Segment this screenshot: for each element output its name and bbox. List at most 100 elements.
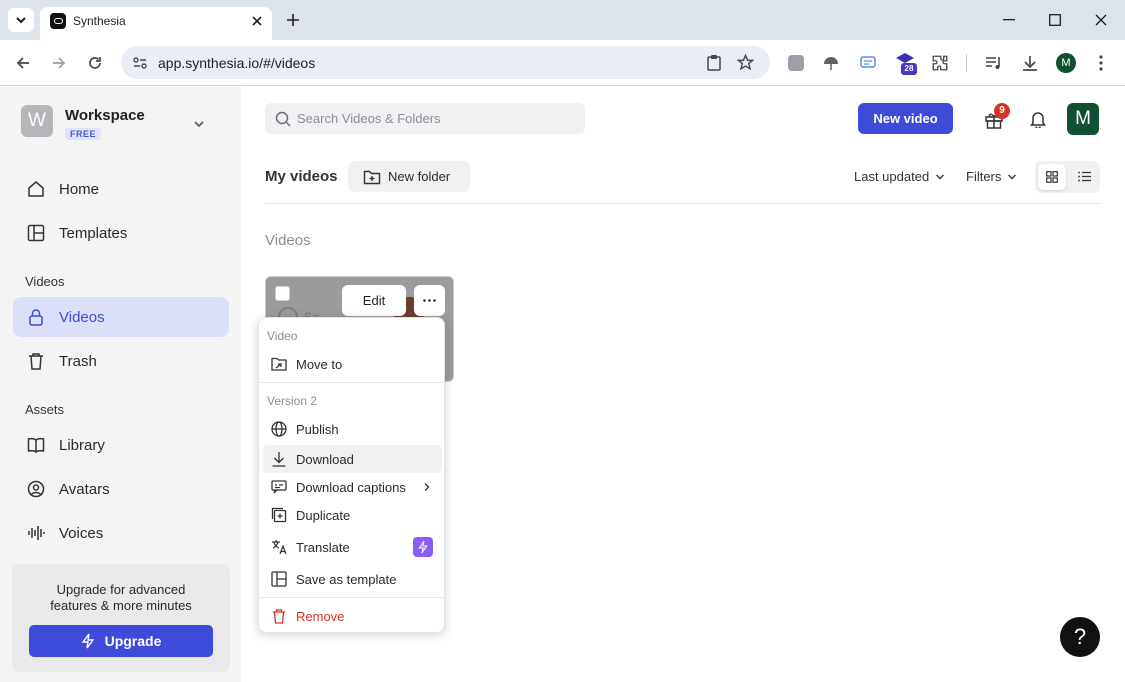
toolbar-divider <box>966 54 967 72</box>
grid-view-button[interactable] <box>1038 164 1066 190</box>
bookmark-star-icon[interactable] <box>737 54 754 71</box>
nav-trash-label: Trash <box>59 352 97 370</box>
upgrade-button[interactable]: Upgrade <box>29 625 213 657</box>
video-more-button[interactable] <box>414 285 445 316</box>
header-divider <box>265 203 1100 204</box>
tab-title: Synthesia <box>73 14 126 28</box>
nav-voices[interactable]: Voices <box>13 513 229 553</box>
nav-avatars[interactable]: Avatars <box>13 469 229 509</box>
more-horizontal-icon <box>423 299 436 302</box>
filters-dropdown[interactable]: Filters <box>966 169 1017 184</box>
chevron-down-icon <box>16 17 26 24</box>
help-button[interactable]: ? <box>1060 617 1100 657</box>
sort-label: Last updated <box>854 169 930 184</box>
download-icon[interactable] <box>1021 54 1039 72</box>
site-info-icon[interactable] <box>132 55 148 71</box>
browser-tab[interactable]: Synthesia <box>40 7 272 40</box>
new-tab-icon[interactable] <box>286 13 300 27</box>
extension-count-badge: 28 <box>901 63 917 75</box>
new-folder-button[interactable]: New folder <box>348 161 470 192</box>
upgrade-text-2: features & more minutes <box>50 598 192 613</box>
search-input[interactable]: Search Videos & Folders <box>265 103 585 134</box>
notification-bell-icon[interactable] <box>1029 110 1047 128</box>
extension-puzzle-gray-icon[interactable] <box>788 55 804 71</box>
nav-templates-label: Templates <box>59 224 128 242</box>
user-avatar[interactable]: M <box>1067 103 1099 135</box>
window-close-icon[interactable] <box>1095 14 1107 26</box>
nav-home-label: Home <box>59 180 100 198</box>
gift-button[interactable]: 9 <box>983 103 1010 132</box>
nav-videos[interactable]: Videos <box>13 297 229 337</box>
filters-label: Filters <box>966 169 1002 184</box>
chevron-right-icon <box>424 483 430 491</box>
menu-save-as-template[interactable]: Save as template <box>263 565 442 593</box>
nav-voices-label: Voices <box>59 524 104 542</box>
reload-icon[interactable] <box>87 55 103 71</box>
menu-divider <box>259 597 444 598</box>
menu-publish[interactable]: Publish <box>263 415 442 443</box>
menu-remove[interactable]: Remove <box>263 602 442 630</box>
nav-library-label: Library <box>59 436 105 454</box>
folder-move-icon <box>271 357 287 371</box>
upgrade-button-label: Upgrade <box>104 633 162 649</box>
chevron-down-icon <box>1008 174 1017 179</box>
page-title: My videos <box>265 168 338 185</box>
extension-umbrella-icon[interactable] <box>822 54 840 72</box>
extension-chat-icon[interactable] <box>859 54 877 72</box>
video-context-menu: Video Move to Version 2 Publish Download… <box>258 317 445 633</box>
templates-icon <box>271 571 287 587</box>
workspace-name: Workspace <box>65 107 145 124</box>
menu-download[interactable]: Download <box>263 445 442 473</box>
address-bar[interactable]: app.synthesia.io/#/videos <box>121 46 770 79</box>
sort-dropdown[interactable]: Last updated <box>854 169 945 184</box>
menu-group-video-header: Video <box>267 329 298 343</box>
assets-section-header: Assets <box>25 402 65 417</box>
menu-duplicate[interactable]: Duplicate <box>263 501 442 529</box>
clipboard-icon[interactable] <box>706 54 722 71</box>
home-icon <box>28 181 44 197</box>
menu-download-captions-label: Download captions <box>296 479 406 495</box>
tab-close-icon[interactable] <box>251 15 263 27</box>
browser-menu-kebab-icon[interactable] <box>1099 55 1103 71</box>
nav-home[interactable]: Home <box>13 169 229 209</box>
menu-download-captions[interactable]: Download captions <box>263 473 442 501</box>
nav-avatars-label: Avatars <box>59 480 110 498</box>
menu-translate[interactable]: Translate <box>263 533 442 561</box>
folder-plus-icon <box>363 170 381 184</box>
video-edit-button[interactable]: Edit <box>342 285 406 316</box>
forward-icon[interactable] <box>51 55 67 71</box>
videos-section-header: Videos <box>25 274 65 289</box>
back-icon[interactable] <box>15 55 31 71</box>
menu-move-to[interactable]: Move to <box>263 350 442 378</box>
waveform-icon <box>28 526 45 540</box>
section-title: Videos <box>265 232 311 249</box>
nav-trash[interactable]: Trash <box>13 341 229 381</box>
search-placeholder: Search Videos & Folders <box>297 111 441 126</box>
profile-avatar[interactable]: M <box>1056 53 1076 73</box>
list-view-icon[interactable] <box>1078 171 1091 182</box>
menu-translate-label: Translate <box>296 539 350 555</box>
nav-templates[interactable]: Templates <box>13 213 229 253</box>
workspace-switcher[interactable]: W Workspace FREE <box>20 103 220 143</box>
menu-group-version-header: Version 2 <box>267 394 318 408</box>
new-video-button[interactable]: New video <box>858 103 953 134</box>
extensions-puzzle-icon[interactable] <box>931 54 949 72</box>
synthesia-favicon-icon <box>50 13 66 29</box>
minimize-icon[interactable] <box>1003 19 1015 21</box>
nav-library[interactable]: Library <box>13 425 229 465</box>
video-select-checkbox[interactable] <box>275 286 290 301</box>
premium-lightning-badge-icon <box>413 537 433 557</box>
menu-divider <box>259 382 444 383</box>
menu-download-label: Download <box>296 451 354 467</box>
maximize-icon[interactable] <box>1049 14 1061 26</box>
media-control-icon[interactable] <box>985 55 1003 71</box>
download-icon <box>272 452 286 467</box>
upgrade-card: Upgrade for advanced features & more min… <box>12 564 230 672</box>
view-toggle <box>1035 161 1100 193</box>
extension-graduation-icon[interactable]: 28 <box>895 52 917 76</box>
tab-search-button[interactable] <box>8 8 34 32</box>
menu-save-as-template-label: Save as template <box>296 571 397 587</box>
trash-icon <box>29 353 43 370</box>
menu-move-to-label: Move to <box>296 356 343 372</box>
menu-remove-label: Remove <box>296 608 345 624</box>
